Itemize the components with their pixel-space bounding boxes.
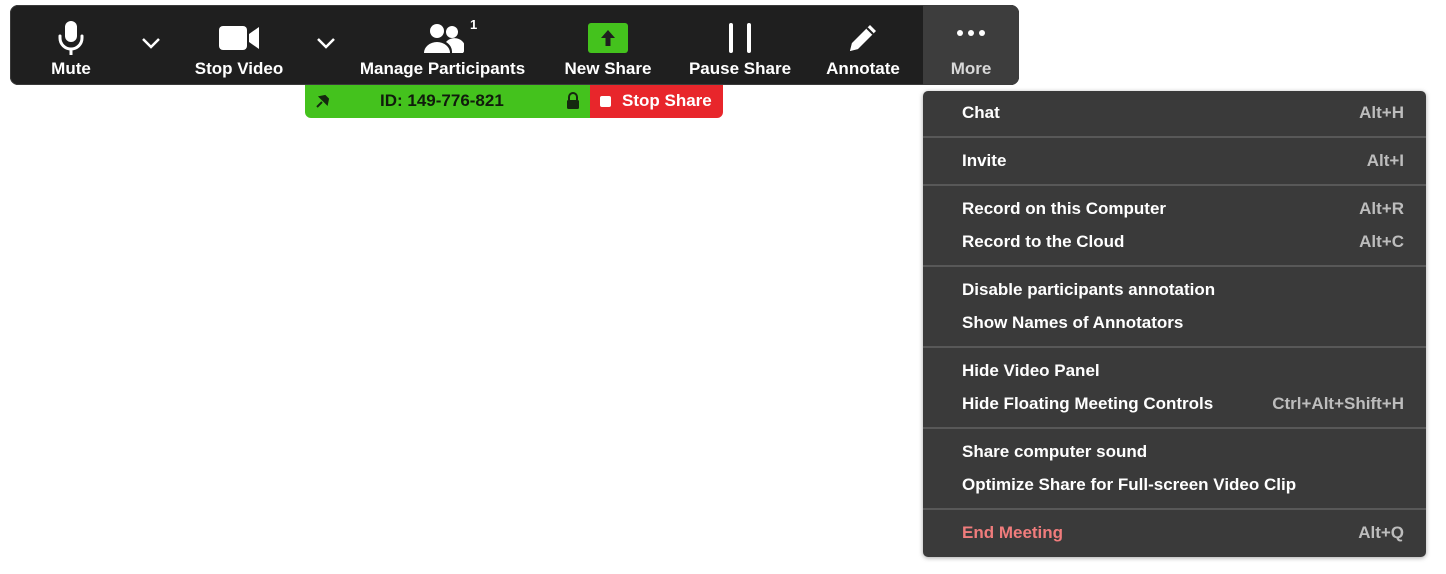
chevron-down-icon (142, 38, 160, 49)
menu-item-show-annotator-names[interactable]: Show Names of Annotators (923, 307, 1426, 340)
menu-item-label: Hide Video Panel (962, 361, 1100, 380)
stop-icon (600, 96, 611, 107)
participant-count-badge: 1 (470, 17, 478, 32)
menu-item-shortcut: Alt+R (1359, 199, 1404, 218)
menu-item-label: Share computer sound (962, 442, 1148, 461)
stop-share-button[interactable]: Stop Share (590, 85, 723, 118)
video-options-chevron[interactable] (312, 29, 340, 57)
manage-participants-button[interactable]: Manage Participants (355, 5, 530, 85)
audio-options-chevron[interactable] (137, 29, 165, 57)
menu-item-invite[interactable]: Invite Alt+I (923, 145, 1426, 178)
microphone-icon (57, 19, 85, 57)
menu-item-label: Record to the Cloud (962, 232, 1125, 251)
pause-icon (726, 19, 754, 57)
menu-item-label: Show Names of Annotators (962, 313, 1184, 332)
annotate-button[interactable]: Annotate (820, 5, 906, 85)
pencil-icon (846, 19, 880, 57)
menu-item-share-computer-sound[interactable]: Share computer sound (923, 436, 1426, 469)
menu-item-shortcut: Alt+Q (1358, 523, 1404, 542)
menu-divider (923, 508, 1426, 510)
menu-item-shortcut: Alt+C (1359, 232, 1404, 251)
menu-item-chat[interactable]: Chat Alt+H (923, 97, 1426, 130)
meeting-id: ID: 149-776-821 (380, 91, 504, 110)
menu-item-label: Record on this Computer (962, 199, 1167, 218)
menu-divider (923, 265, 1426, 267)
menu-item-optimize-share[interactable]: Optimize Share for Full-screen Video Cli… (923, 469, 1426, 502)
annotate-label: Annotate (826, 59, 900, 78)
menu-item-label: End Meeting (962, 523, 1064, 542)
mute-label: Mute (51, 59, 91, 78)
menu-item-label: Chat (962, 103, 1000, 122)
menu-item-disable-annotation[interactable]: Disable participants annotation (923, 274, 1426, 307)
ellipsis-icon (955, 23, 987, 43)
stop-video-label: Stop Video (194, 59, 284, 78)
menu-item-record-cloud[interactable]: Record to the Cloud Alt+C (923, 226, 1426, 259)
stop-video-button[interactable]: Stop Video (186, 5, 292, 85)
pause-share-button[interactable]: Pause Share (685, 5, 795, 85)
menu-item-shortcut: Ctrl+Alt+Shift+H (1272, 394, 1404, 413)
menu-divider (923, 184, 1426, 186)
menu-item-label: Hide Floating Meeting Controls (962, 394, 1214, 413)
mute-button[interactable]: Mute (30, 5, 112, 85)
menu-divider (923, 427, 1426, 429)
pause-share-label: Pause Share (688, 59, 792, 78)
manage-participants-label: Manage Participants (359, 59, 526, 78)
more-label: More (950, 59, 992, 78)
new-share-label: New Share (564, 59, 652, 78)
menu-item-hide-floating-controls[interactable]: Hide Floating Meeting Controls Ctrl+Alt+… (923, 388, 1426, 421)
menu-item-record-computer[interactable]: Record on this Computer Alt+R (923, 193, 1426, 226)
stop-share-label: Stop Share (622, 91, 712, 110)
menu-item-label: Disable participants annotation (962, 280, 1216, 299)
upload-arrow-icon (588, 19, 628, 57)
menu-item-shortcut: Alt+I (1366, 151, 1404, 170)
share-status-bar: ID: 149-776-821 Stop Share (305, 85, 723, 118)
meeting-toolbar: Mute Stop Video Manage Participants 1 Ne… (10, 5, 1019, 85)
menu-item-hide-video-panel[interactable]: Hide Video Panel (923, 355, 1426, 388)
menu-item-label: Invite (962, 151, 1007, 170)
menu-divider (923, 346, 1426, 348)
participants-icon (422, 19, 464, 57)
menu-divider (923, 136, 1426, 138)
menu-item-shortcut: Alt+H (1359, 103, 1404, 122)
more-menu: Chat Alt+H Invite Alt+I Record on this C… (923, 91, 1426, 557)
chevron-down-icon (317, 38, 335, 49)
video-camera-icon (218, 19, 260, 57)
menu-item-end-meeting[interactable]: End Meeting Alt+Q (923, 517, 1426, 550)
more-button[interactable]: More (923, 5, 1019, 85)
meeting-id-panel[interactable]: ID: 149-776-821 (305, 85, 590, 118)
stage: Mute Stop Video Manage Participants 1 Ne… (0, 0, 1446, 574)
lock-icon[interactable] (566, 92, 580, 115)
new-share-button[interactable]: New Share (558, 5, 658, 85)
pin-icon[interactable] (315, 93, 331, 114)
menu-item-label: Optimize Share for Full-screen Video Cli… (962, 475, 1297, 494)
